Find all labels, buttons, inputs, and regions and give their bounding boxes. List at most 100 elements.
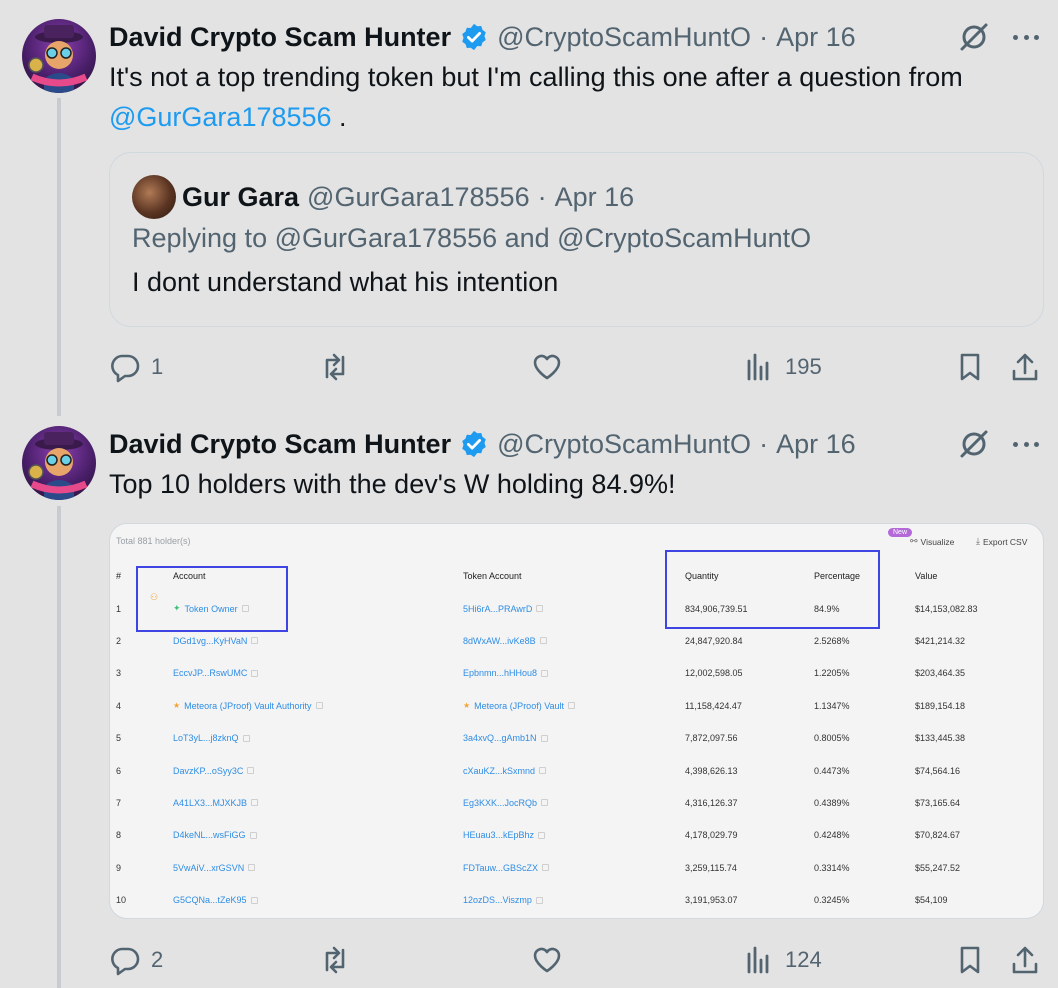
token-account-link: 12ozDS...Viszmp xyxy=(463,895,532,906)
table-row: 8 D4keNL...wsFiGG HEuau3...kEpBhz 4,178,029… xyxy=(110,819,1043,851)
cell-percentage: 0.4473% xyxy=(814,765,850,776)
quote-avatar[interactable] xyxy=(132,175,176,219)
cell-quantity: 24,847,920.84 xyxy=(685,635,743,646)
copy-icon xyxy=(538,831,546,839)
cell-value: $70,824.67 xyxy=(915,830,961,841)
like-button[interactable] xyxy=(531,940,573,980)
cell-token-account: Eg3KXK...JocRQb xyxy=(463,787,549,819)
bookmark-button[interactable] xyxy=(954,347,986,387)
token-account-link: Meteora (JProof) Vault xyxy=(474,700,565,711)
action-bar: 1 195 xyxy=(109,347,1044,387)
cell-token-account: HEuau3...kEpBhz xyxy=(463,819,546,851)
bookmark-icon xyxy=(960,946,980,974)
copy-icon xyxy=(249,831,257,839)
reply-button[interactable]: 2 xyxy=(109,940,163,980)
copy-icon xyxy=(248,864,256,872)
views-icon xyxy=(747,353,769,381)
table-row: 10 G5CQNa...tZeK95 12ozDS...Viszmp 3,191,95… xyxy=(110,884,1043,916)
copy-icon xyxy=(539,767,547,775)
cell-value: $14,153,082.83 xyxy=(915,603,978,614)
share-nodes-icon: ⚯ xyxy=(910,536,918,546)
cell-value: $203,464.35 xyxy=(915,668,966,679)
like-button[interactable] xyxy=(531,347,573,387)
cell-percentage: 0.3314% xyxy=(814,862,850,873)
table-row: 5 LoT3yL...j8zknQ 3a4xvQ...gAmb1N 7,872,097… xyxy=(110,722,1043,754)
mention-link[interactable]: @GurGara178556 xyxy=(109,102,332,132)
visualize-label: Visualize xyxy=(920,536,955,547)
copy-icon xyxy=(540,734,548,742)
cell-percentage: 0.4389% xyxy=(814,797,850,808)
copy-icon xyxy=(315,702,323,710)
cell-account: ★ Meteora (JProof) Vault Authority xyxy=(173,690,323,722)
author-name[interactable]: David Crypto Scam Hunter xyxy=(109,429,451,460)
table-row: 3 EccvJP...RswUMC Epbnmn...hHHou8 12,002,59… xyxy=(110,657,1043,689)
quoted-tweet[interactable]: Gur Gara @GurGara178556 · Apr 16 Replyin… xyxy=(109,152,1044,327)
bookmark-icon xyxy=(960,353,980,381)
cell-value: $189,154.18 xyxy=(915,700,966,711)
tweet-header: David Crypto Scam Hunter @CryptoScamHunt… xyxy=(109,424,856,464)
quote-replying-to: Replying to @GurGara178556 and @CryptoSc… xyxy=(132,223,812,253)
cell-value: $73,165.64 xyxy=(915,797,961,808)
visualize-button: ⚯ Visualize xyxy=(910,536,954,547)
new-badge: New xyxy=(888,528,913,537)
author-handle[interactable]: @CryptoScamHuntO xyxy=(497,429,751,460)
cell-account: A41LX3...MJXKJB xyxy=(173,787,259,819)
cell-num: 2 xyxy=(116,635,122,646)
avatar[interactable] xyxy=(22,19,96,93)
separator-dot: · xyxy=(759,21,769,52)
tweet-date[interactable]: Apr 16 xyxy=(776,429,856,460)
token-account-link: 5Hi6rA...PRAwrD xyxy=(463,603,533,614)
download-icon: ⤓ xyxy=(976,536,980,546)
views-icon xyxy=(747,946,769,974)
repost-button[interactable] xyxy=(319,347,361,387)
avatar[interactable] xyxy=(22,426,96,500)
cell-num: 5 xyxy=(116,733,122,744)
cell-quantity: 4,316,126.37 xyxy=(685,797,738,808)
more-options-icon[interactable] xyxy=(1010,21,1042,53)
grok-icon[interactable] xyxy=(958,21,990,53)
cell-num: 6 xyxy=(116,765,122,776)
token-account-link: FDTauw...GBScZX xyxy=(463,862,539,873)
copy-icon xyxy=(535,896,543,904)
holders-screenshot[interactable]: Total 881 holder(s) New ⚯ Visualize ⤓ Expo… xyxy=(109,523,1044,919)
token-account-link: Epbnmn...hHHou8 xyxy=(463,668,538,679)
share-button[interactable] xyxy=(1009,347,1041,387)
views-button[interactable]: 124 xyxy=(743,940,822,980)
bookmark-button[interactable] xyxy=(954,940,986,980)
account-link: A41LX3...MJXKJB xyxy=(173,797,248,808)
cell-num: 3 xyxy=(116,668,122,679)
account-link: DavzKP...oSyy3C xyxy=(173,765,244,776)
cell-token-account: FDTauw...GBScZX xyxy=(463,852,550,884)
copy-icon xyxy=(542,864,550,872)
share-button[interactable] xyxy=(1009,940,1041,980)
heart-icon xyxy=(533,947,561,973)
author-handle[interactable]: @CryptoScamHuntO xyxy=(497,22,751,53)
views-button[interactable]: 195 xyxy=(743,347,822,387)
cell-token-account: 12ozDS...Viszmp xyxy=(463,884,543,916)
copy-icon xyxy=(247,767,255,775)
reply-button[interactable]: 1 xyxy=(109,347,163,387)
cell-percentage: 0.3245% xyxy=(814,895,850,906)
copy-icon xyxy=(568,702,576,710)
cell-quantity: 7,872,097.56 xyxy=(685,733,738,744)
account-link: 5VwAiV...xrGSVN xyxy=(173,862,245,873)
copy-icon xyxy=(251,637,259,645)
cell-num: 10 xyxy=(116,895,127,906)
grok-icon[interactable] xyxy=(958,428,990,460)
cell-quantity: 11,158,424.47 xyxy=(685,700,742,711)
copy-icon xyxy=(536,605,544,613)
view-count: 195 xyxy=(785,354,822,379)
cell-num: 7 xyxy=(116,797,122,808)
cell-account: EccvJP...RswUMC xyxy=(173,657,259,689)
reply-icon xyxy=(111,947,140,976)
repost-button[interactable] xyxy=(319,940,361,980)
tweet-date[interactable]: Apr 16 xyxy=(776,22,856,53)
table-row: 9 5VwAiV...xrGSVN FDTauw...GBScZX 3,259,115… xyxy=(110,852,1043,884)
tweet-text-part: It's not a top trending token but I'm ca… xyxy=(109,62,963,92)
author-name[interactable]: David Crypto Scam Hunter xyxy=(109,22,451,53)
tweet-text-part: . xyxy=(331,102,347,132)
cell-value: $54,109 xyxy=(915,895,948,906)
cell-quantity: 4,398,626.13 xyxy=(685,765,738,776)
more-options-icon[interactable] xyxy=(1010,428,1042,460)
separator-dot: · xyxy=(537,181,547,212)
